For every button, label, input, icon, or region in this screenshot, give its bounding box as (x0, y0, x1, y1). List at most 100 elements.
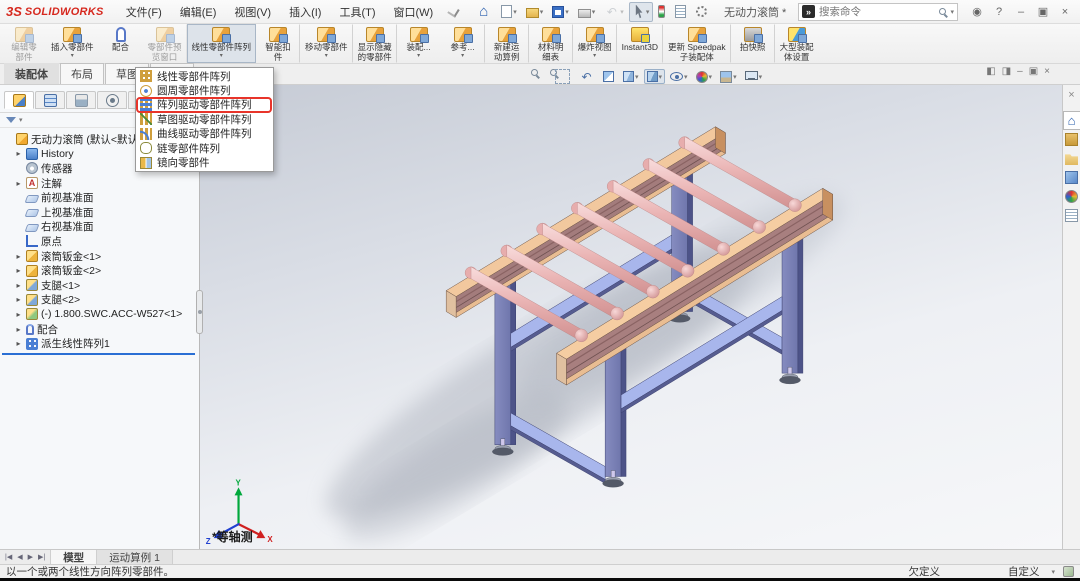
restore-window-icon[interactable]: ▣ (1034, 4, 1052, 20)
ribbon-button[interactable]: 配合 (99, 24, 143, 63)
search-caret-icon[interactable]: ▾ (950, 8, 954, 16)
tree-item[interactable]: ▸ 配合 (2, 322, 199, 337)
custom-mode-label[interactable]: 自定义 (1008, 564, 1040, 579)
panel-tab[interactable] (4, 91, 34, 109)
tree-item[interactable]: 右视基准面 (2, 220, 199, 235)
ribbon-button[interactable]: 更新 Speedpak 子装配体 (663, 24, 731, 63)
dropdown-caret-icon[interactable]: ▾ (417, 53, 420, 59)
ribbon-button[interactable]: 材料明 细表 (529, 24, 573, 63)
ribbon-button[interactable]: 爆炸视图 ▾ (573, 24, 617, 63)
dropdown-menu-item[interactable]: 阵列驱动零部件阵列 (136, 98, 273, 112)
ribbon-button[interactable]: 显示隐藏 的零部件 (353, 24, 397, 63)
ribbon-tab[interactable]: 装配体 (4, 63, 59, 84)
ribbon-button[interactable]: 编辑零 部件 (2, 24, 46, 63)
prev-tab-icon[interactable]: ◀ (15, 553, 24, 561)
quick-access-button[interactable]: ▾ (600, 1, 628, 22)
ribbon-button[interactable]: 线性零部件阵列 ▾ (187, 24, 257, 63)
task-pane-tab[interactable] (1063, 130, 1080, 149)
graphics-viewport[interactable]: Y X Z *等轴测 (200, 85, 1062, 549)
dropdown-caret-icon[interactable]: ▾ (659, 73, 663, 81)
dropdown-caret-icon[interactable]: ▾ (733, 73, 737, 81)
dropdown-caret-icon[interactable]: ▾ (461, 53, 464, 59)
close-doc-icon[interactable]: × (1044, 66, 1050, 77)
ribbon-button[interactable]: 拍快照 (731, 24, 775, 63)
ribbon-button[interactable]: Instant3D (617, 24, 663, 63)
view-toolbar-button[interactable]: ▾ (693, 69, 716, 85)
expand-arrow-icon[interactable]: ▸ (14, 252, 23, 261)
tree-item[interactable]: ▸ 支腿<2> (2, 293, 199, 308)
restore-doc-icon[interactable]: ▣ (1029, 66, 1038, 77)
user-account-icon[interactable]: ◉ (968, 4, 986, 20)
ribbon-button[interactable]: 插入零部件 ▾ (46, 24, 99, 63)
dropdown-menu-item[interactable]: 镜向零部件 (136, 155, 273, 169)
pane-preview-right-icon[interactable]: ◨ (1002, 66, 1011, 77)
quick-access-button[interactable] (472, 1, 496, 22)
view-toolbar-button[interactable]: ▾ (644, 69, 666, 84)
view-toolbar-button[interactable] (552, 67, 574, 86)
panel-tab[interactable] (66, 91, 96, 109)
menu-item[interactable]: 编辑(E) (172, 1, 225, 23)
ribbon-button[interactable]: 装配... ▾ (397, 24, 441, 63)
tree-item[interactable]: 前视基准面 (2, 190, 199, 205)
search-magnifier-icon[interactable] (939, 8, 946, 15)
search-input[interactable] (819, 6, 935, 18)
dropdown-menu-item[interactable]: 曲线驱动零部件阵列 (136, 127, 273, 141)
view-toolbar-button[interactable]: ▾ (742, 71, 766, 83)
command-search[interactable]: » ▾ (798, 3, 958, 21)
help-icon[interactable]: ? (990, 4, 1008, 20)
first-tab-icon[interactable]: |◀ (3, 553, 14, 561)
task-pane-tab[interactable] (1063, 168, 1080, 187)
task-pane-tab[interactable] (1063, 187, 1080, 206)
task-pane-tab[interactable] (1063, 111, 1080, 130)
close-window-icon[interactable]: × (1056, 4, 1074, 20)
model-canvas[interactable]: Y X Z (200, 85, 1062, 549)
tag-icon[interactable] (1063, 566, 1074, 577)
ribbon-button[interactable]: 零部件预 览窗口 (143, 24, 187, 63)
task-pane-tab[interactable] (1063, 149, 1080, 168)
expand-arrow-icon[interactable]: ▸ (14, 266, 23, 275)
menu-item[interactable]: 窗口(W) (386, 1, 442, 23)
quick-access-button[interactable]: ▾ (629, 2, 654, 22)
minimize-doc-icon[interactable]: – (1017, 66, 1023, 77)
ribbon-button[interactable]: 新建运 动算例 (485, 24, 529, 63)
expand-arrow-icon[interactable]: ▸ (14, 295, 23, 304)
minimize-window-icon[interactable]: – (1012, 4, 1030, 20)
view-toolbar-button[interactable] (528, 67, 550, 86)
dropdown-caret-icon[interactable]: ▾ (220, 53, 223, 59)
document-tab[interactable]: 运动算例 1 (97, 550, 173, 564)
view-toolbar-button[interactable]: ▾ (620, 69, 642, 84)
next-tab-icon[interactable]: ▶ (26, 553, 35, 561)
task-pane-close-icon[interactable]: × (1068, 89, 1074, 101)
dropdown-menu-item[interactable]: 线性零部件阵列 (136, 69, 273, 83)
expand-arrow-icon[interactable]: ▸ (14, 281, 23, 290)
tree-item[interactable]: 上视基准面 (2, 205, 199, 220)
dropdown-caret-icon[interactable]: ▾ (325, 53, 328, 59)
expand-arrow-icon[interactable]: ▸ (14, 179, 23, 188)
document-tab[interactable]: 模型 (51, 550, 97, 564)
tree-item[interactable]: ▸ 滚筒钣金<2> (2, 263, 199, 278)
dropdown-menu-item[interactable]: 圆周零部件阵列 (136, 83, 273, 97)
dropdown-caret-icon[interactable]: ▾ (565, 8, 569, 16)
dropdown-caret-icon[interactable]: ▾ (513, 8, 517, 16)
tree-item[interactable]: ▸ 支腿<1> (2, 278, 199, 293)
dropdown-menu-item[interactable]: 草图驱动零部件阵列 (136, 112, 273, 126)
task-pane-tab[interactable] (1063, 206, 1080, 225)
dropdown-caret-icon[interactable]: ▾ (759, 73, 763, 81)
ribbon-button[interactable]: 参考... ▾ (441, 24, 485, 63)
pin-icon[interactable] (448, 5, 460, 17)
last-tab-icon[interactable]: ▶| (36, 553, 47, 561)
expand-arrow-icon[interactable]: ▸ (14, 310, 23, 319)
dropdown-caret-icon[interactable]: ▾ (646, 8, 650, 16)
view-toolbar-button[interactable]: ▾ (667, 70, 691, 83)
dropdown-caret-icon[interactable]: ▾ (635, 73, 639, 81)
tree-item[interactable]: ▸ 滚筒钣金<1> (2, 249, 199, 264)
ribbon-button[interactable]: 移动零部件 ▾ (300, 24, 353, 63)
quick-access-button[interactable]: ▾ (548, 3, 573, 21)
quick-access-button[interactable]: ▾ (574, 3, 600, 21)
status-caret-icon[interactable]: ▾ (1051, 568, 1055, 576)
quick-access-button[interactable] (654, 2, 670, 21)
quick-access-button[interactable] (692, 3, 712, 20)
dropdown-caret-icon[interactable]: ▾ (540, 8, 544, 16)
expand-arrow-icon[interactable]: ▸ (14, 339, 23, 348)
expand-arrow-icon[interactable]: ▸ (14, 325, 23, 334)
